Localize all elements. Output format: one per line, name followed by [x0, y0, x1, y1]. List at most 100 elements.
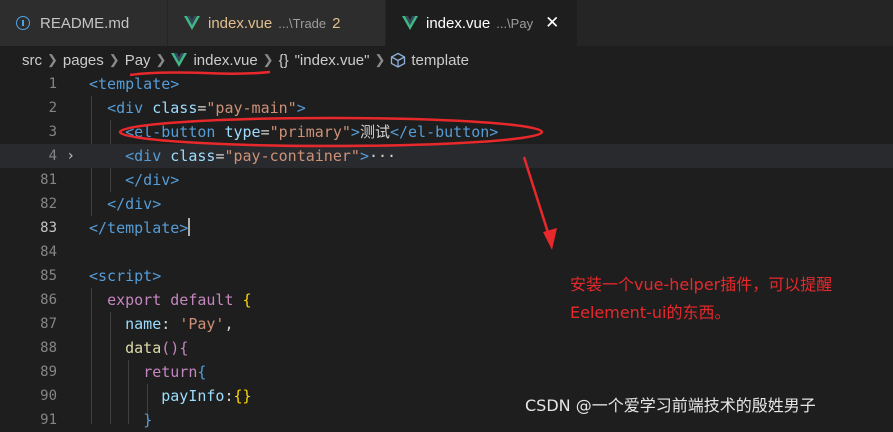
- code-line[interactable]: 4 › <div class="pay-container">···: [0, 144, 893, 168]
- line-number: 83: [40, 220, 57, 236]
- code-line[interactable]: 81 </div>: [0, 168, 893, 192]
- code-line[interactable]: 89 return{: [0, 360, 893, 384]
- code-token: {: [179, 339, 189, 357]
- code-token: "pay-container": [224, 147, 360, 165]
- breadcrumb-file[interactable]: index.vue: [193, 52, 257, 69]
- breadcrumb-src[interactable]: src: [22, 52, 42, 69]
- line-number: 4: [48, 148, 57, 164]
- fold-chevron-icon[interactable]: ›: [68, 144, 74, 168]
- code-token: :: [224, 387, 234, 405]
- code-line[interactable]: 83 </template>: [0, 216, 893, 240]
- text-cursor: [188, 218, 191, 236]
- chevron-right-icon: ❯: [108, 52, 120, 67]
- tab-label: index.vue: [208, 14, 273, 32]
- code-token: <div: [107, 99, 144, 117]
- code-token: type: [215, 123, 261, 141]
- code-token: >: [350, 123, 360, 141]
- line-number: 81: [40, 172, 57, 188]
- code-token: 测试: [359, 123, 390, 141]
- code-token: 'Pay': [179, 315, 225, 333]
- line-number: 85: [40, 268, 57, 284]
- code-text: </div>: [89, 168, 179, 192]
- tab-path: ...\Trade: [278, 15, 327, 31]
- code-token: </div>: [107, 195, 162, 213]
- vue-icon: [402, 16, 418, 30]
- code-text: payInfo:{}: [89, 384, 252, 408]
- code-token: "primary": [269, 123, 351, 141]
- tab-index-vue-trade[interactable]: index.vue ...\Trade 2: [168, 0, 386, 46]
- code-editor[interactable]: 1 <template> 2 <div class="pay-main"> 3 <el…: [0, 72, 893, 429]
- code-token: <script>: [89, 267, 162, 285]
- code-token: <template>: [89, 75, 180, 93]
- code-token: class: [143, 99, 198, 117]
- line-number: 3: [48, 124, 57, 140]
- tab-readme[interactable]: README.md: [0, 0, 168, 46]
- chevron-right-icon: ❯: [262, 52, 274, 67]
- code-token: <div: [125, 147, 162, 165]
- code-text: <el-button type="primary">测试</el-button>: [89, 120, 498, 144]
- code-token: </template>: [89, 219, 189, 237]
- code-text: <div class="pay-main">: [89, 96, 306, 120]
- code-line[interactable]: 88 data(){: [0, 336, 893, 360]
- chevron-right-icon: ❯: [47, 52, 58, 67]
- tab-path: ...\Pay: [496, 15, 534, 31]
- code-token: (): [161, 339, 180, 357]
- info-icon: [16, 16, 30, 30]
- code-text: name: 'Pay',: [89, 312, 234, 336]
- code-token: </el-button>: [389, 123, 499, 141]
- close-icon[interactable]: ✕: [545, 13, 559, 33]
- line-number: 89: [40, 364, 57, 380]
- braces-icon: {}: [278, 51, 289, 69]
- chevron-right-icon: ❯: [374, 52, 386, 67]
- breadcrumb-pages[interactable]: pages: [63, 52, 104, 69]
- code-line[interactable]: 1 <template>: [0, 72, 893, 96]
- line-number: 91: [40, 412, 57, 428]
- tab-label: README.md: [40, 14, 130, 32]
- problem-count-badge: 2: [332, 14, 341, 32]
- code-token: {: [197, 363, 207, 381]
- breadcrumb-module[interactable]: "index.vue": [295, 52, 370, 69]
- cube-icon: [391, 52, 406, 68]
- code-text: <div class="pay-container">···: [89, 144, 396, 168]
- code-line[interactable]: 2 <div class="pay-main">: [0, 96, 893, 120]
- watermark: CSDN @一个爱学习前端技术的殷姓男子: [525, 396, 816, 415]
- code-token: ,: [224, 315, 234, 333]
- code-text: export default {: [89, 288, 252, 312]
- code-token: {}: [233, 387, 252, 405]
- vue-icon: [184, 16, 200, 30]
- code-text: }: [89, 408, 152, 432]
- code-token: </div>: [125, 171, 180, 189]
- code-text: return{: [89, 360, 206, 384]
- code-text: <template>: [89, 72, 179, 96]
- code-token: {: [242, 291, 252, 309]
- code-text: <script>: [89, 264, 161, 288]
- line-number: 84: [40, 244, 57, 260]
- code-token: default: [170, 291, 234, 309]
- chevron-right-icon: ❯: [155, 52, 167, 67]
- editor-tab-bar: README.md index.vue ...\Trade 2 index.vu…: [0, 0, 893, 46]
- code-token: export: [107, 291, 162, 309]
- code-text: data(){: [89, 336, 188, 360]
- tab-index-vue-pay[interactable]: index.vue ...\Pay ✕: [386, 0, 578, 46]
- code-text: </template>: [89, 216, 191, 240]
- code-text: </div>: [89, 192, 161, 216]
- breadcrumb-pay[interactable]: Pay: [125, 52, 151, 69]
- code-line[interactable]: 3 <el-button type="primary">测试</el-butto…: [0, 120, 893, 144]
- code-token: "pay-main": [206, 99, 297, 117]
- breadcrumb-template[interactable]: template: [411, 52, 469, 69]
- code-line[interactable]: 82 </div>: [0, 192, 893, 216]
- code-line[interactable]: 84: [0, 240, 893, 264]
- code-token: ···: [368, 147, 397, 165]
- code-token: name: [125, 315, 162, 333]
- code-token: data: [125, 339, 162, 357]
